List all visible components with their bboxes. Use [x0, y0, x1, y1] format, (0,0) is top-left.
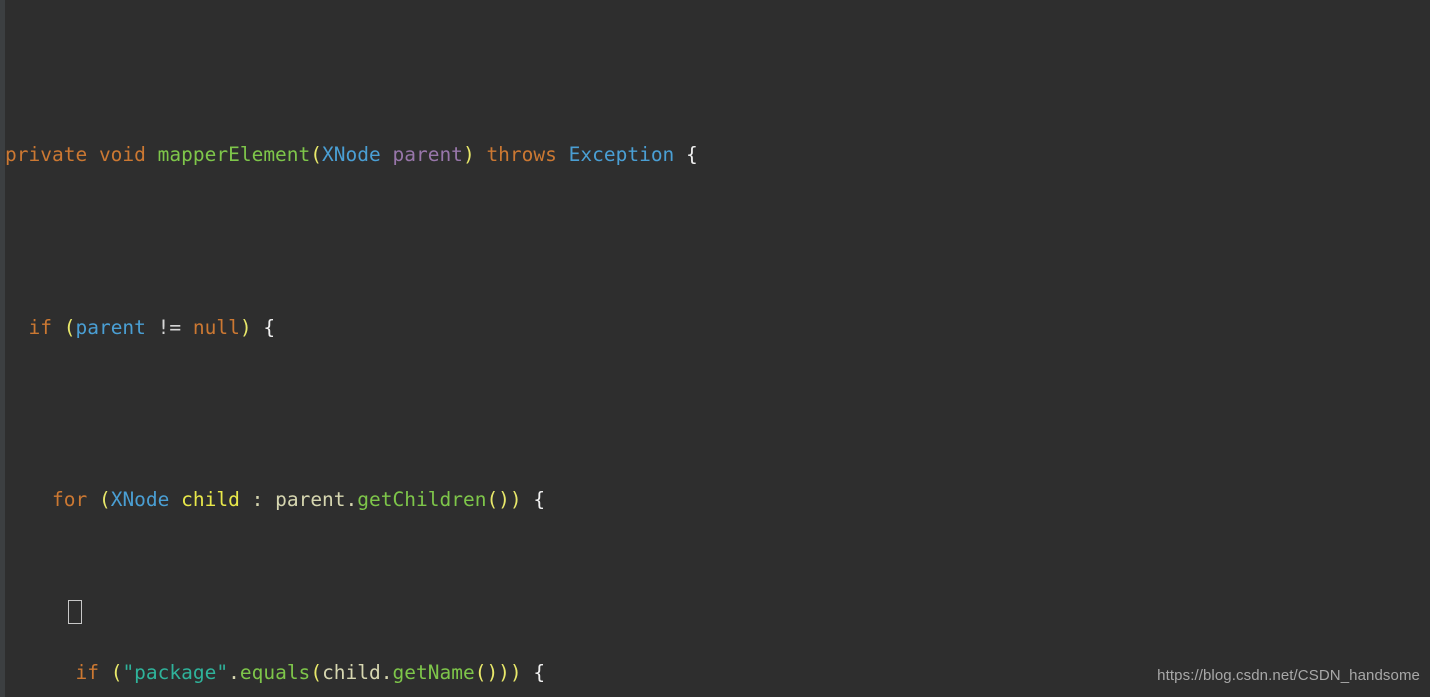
token-punct: : — [239, 488, 276, 511]
token-punct: . — [345, 488, 358, 511]
token-method: mapperElement — [157, 143, 311, 166]
token-punct: . — [228, 660, 240, 684]
token-variable: child — [322, 660, 381, 684]
token-punct: ) — [462, 143, 475, 166]
token-param: parent — [75, 315, 146, 339]
token-method: getName — [392, 660, 475, 684]
bracket-match-highlight-box — [68, 600, 82, 624]
watermark-url: https://blog.csdn.net/CSDN_handsome — [1157, 666, 1420, 684]
token-string: "package" — [122, 660, 229, 684]
token-punct: ) — [239, 315, 252, 339]
token-punct: ( — [98, 488, 111, 511]
token-keyword: if — [28, 315, 52, 339]
token-param: parent — [392, 143, 463, 166]
token-punct: ())) — [474, 660, 522, 684]
code-line[interactable]: private void mapperElement(XNode parent)… — [0, 138, 1430, 173]
token-brace: { — [674, 143, 698, 166]
token-brace: { — [251, 315, 276, 339]
token-punct: ( — [310, 143, 323, 166]
code-line[interactable]: for (XNode child : parent.getChildren())… — [0, 483, 1430, 518]
code-content-area[interactable]: private void mapperElement(XNode parent)… — [0, 0, 1430, 697]
token-punct: ( — [63, 315, 76, 339]
token-type: XNode — [322, 143, 381, 166]
token-punct: . — [380, 660, 393, 684]
token-type: XNode — [110, 488, 170, 511]
token-brace: { — [521, 488, 546, 511]
token-keyword: for — [51, 488, 88, 511]
token-type: Exception — [568, 143, 675, 166]
token-method: equals — [239, 660, 311, 684]
token-brace: { — [521, 660, 546, 684]
token-param: parent — [275, 488, 346, 511]
code-line[interactable]: if (parent != null) { — [0, 311, 1430, 346]
token-variable: child — [181, 488, 240, 511]
code-editor-view[interactable]: private void mapperElement(XNode parent)… — [0, 0, 1430, 697]
token-keyword: void — [98, 143, 146, 166]
token-keyword: if — [75, 660, 99, 684]
token-punct: ( — [110, 660, 123, 684]
token-method: getChildren — [357, 488, 487, 511]
token-keyword: null — [192, 315, 240, 339]
token-keyword: private — [5, 143, 88, 166]
token-keyword: throws — [486, 143, 557, 166]
token-operator: != — [145, 315, 193, 339]
token-punct: ()) — [486, 488, 522, 511]
token-punct: ( — [310, 660, 323, 684]
